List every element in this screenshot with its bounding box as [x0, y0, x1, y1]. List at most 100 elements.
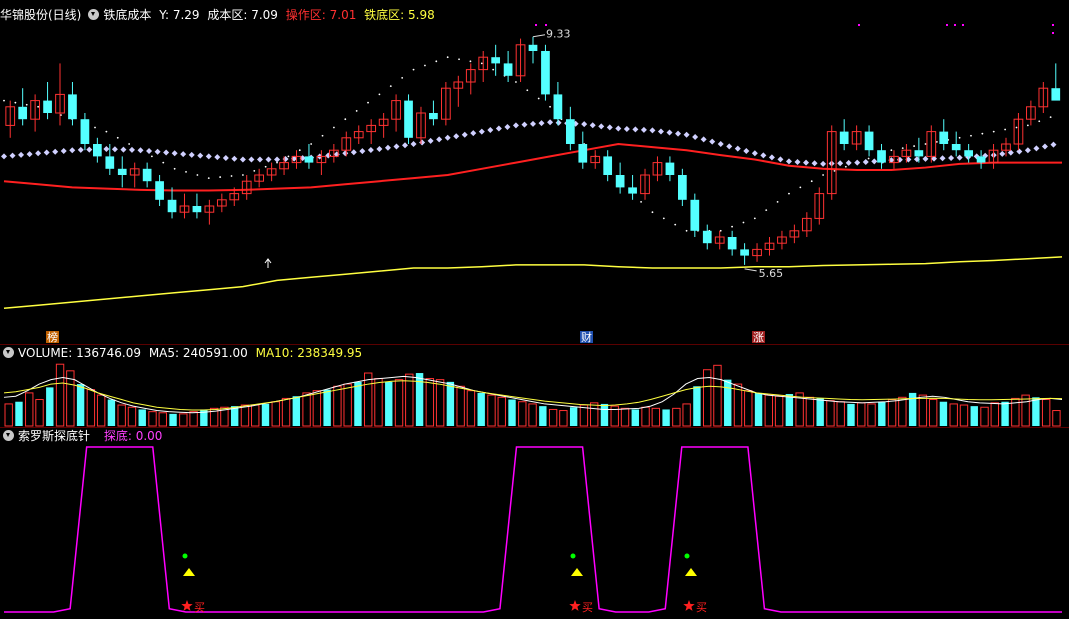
- volume-bar: [744, 390, 753, 427]
- dotted-line-point: [219, 176, 222, 178]
- diamond-marker: [709, 138, 716, 145]
- volume-bar: [785, 394, 794, 426]
- volume-bar: [774, 395, 784, 427]
- dotted-line-point: [1038, 120, 1041, 123]
- volume-bar: [333, 385, 342, 427]
- candle-body: [105, 156, 115, 169]
- diamond-marker: [956, 154, 963, 161]
- dotted-line-point: [367, 101, 369, 104]
- diamond-marker: [367, 147, 374, 154]
- volume-bar: [302, 392, 311, 427]
- candle-body: [528, 44, 538, 51]
- low-annotation-arrow: [744, 268, 757, 272]
- buy-signal-dot: [570, 553, 576, 559]
- volume-bar: [343, 383, 352, 427]
- dotted-line-point: [14, 101, 17, 104]
- buy-star-icon: [683, 600, 695, 611]
- diamond-marker: [274, 156, 281, 163]
- volume-bar: [169, 413, 177, 426]
- volume-bar: [354, 381, 362, 426]
- dotted-line-point: [128, 143, 131, 145]
- signal-dot: [962, 24, 964, 26]
- candle-body: [964, 150, 974, 157]
- diamond-marker: [427, 137, 434, 144]
- diamond-marker: [180, 151, 187, 158]
- candle-body: [18, 106, 28, 120]
- candle-body: [665, 162, 675, 175]
- diamond-marker: [734, 145, 741, 152]
- diamond-marker: [248, 156, 255, 163]
- volume-bar: [600, 403, 609, 426]
- dotted-line-point: [924, 143, 927, 145]
- dotted-line-point: [549, 105, 551, 108]
- diamond-marker: [239, 156, 246, 163]
- dotted-line-point: [264, 165, 267, 168]
- candle-body: [553, 94, 563, 120]
- candle-body: [80, 119, 90, 144]
- volume-bar: [918, 394, 928, 427]
- volume-bar: [1041, 399, 1051, 427]
- candle-body: [628, 187, 637, 194]
- volume-bar: [374, 378, 383, 427]
- diamond-marker: [675, 130, 682, 137]
- dotted-line-point: [94, 126, 96, 129]
- volume-bar: [672, 407, 681, 427]
- diamond-marker: [751, 150, 758, 157]
- dotted-line-point: [890, 149, 893, 152]
- diamond-marker: [683, 131, 690, 138]
- volume-bar: [508, 399, 516, 426]
- volume-bar: [35, 399, 44, 427]
- candle-body: [951, 144, 961, 151]
- dotted-line-point: [207, 177, 210, 180]
- candle-body: [142, 168, 152, 182]
- chart-canvas[interactable]: 9.33 5.65 榜 财 涨买 买 买: [0, 0, 1069, 619]
- dotted-line-point: [970, 134, 972, 137]
- diamond-marker: [461, 131, 468, 138]
- volume-bar: [240, 404, 250, 427]
- dotted-line-point: [458, 58, 460, 61]
- dotted-line-point: [333, 126, 335, 129]
- dotted-line-point: [788, 192, 790, 195]
- diamond-marker: [342, 150, 349, 157]
- candle-body: [565, 119, 575, 144]
- dotted-line-point: [378, 93, 381, 96]
- diamond-marker: [18, 151, 25, 158]
- volume-bar: [312, 390, 322, 427]
- diamond-marker: [214, 154, 221, 161]
- signal-dot: [545, 24, 547, 26]
- dotted-line-point: [116, 136, 119, 139]
- dotted-line-point: [230, 175, 233, 177]
- volume-bar: [405, 373, 414, 427]
- volume-bar: [970, 406, 978, 426]
- buy-signal-dot: [182, 553, 188, 559]
- volume-bar: [713, 364, 722, 427]
- dotted-line-point: [25, 103, 28, 106]
- dotted-line-point: [37, 105, 40, 108]
- candle-body: [939, 131, 949, 144]
- dotted-line-point: [913, 145, 916, 147]
- dotted-line-point: [515, 81, 517, 83]
- buy-signal-triangle: [685, 568, 697, 576]
- diamond-marker: [768, 154, 775, 161]
- diamond-marker: [350, 149, 357, 156]
- dotted-line-point: [105, 130, 108, 133]
- diamond-marker: [444, 134, 451, 141]
- diamond-marker: [256, 156, 263, 163]
- volume-bar: [518, 401, 527, 427]
- volume-bar: [55, 363, 65, 427]
- diamond-marker: [794, 158, 801, 165]
- diamond-marker: [598, 123, 605, 130]
- dotted-line-point: [196, 174, 199, 176]
- diamond-marker: [402, 142, 409, 149]
- dotted-line-point: [3, 99, 5, 102]
- ma-yellow-line: [3, 256, 1063, 310]
- event-tag-text: 涨: [753, 331, 764, 344]
- diamond-marker: [146, 147, 153, 154]
- volume-bar: [569, 407, 578, 426]
- dotted-line-point: [901, 147, 904, 150]
- diamond-marker: [530, 120, 536, 127]
- event-tag-text: 榜: [47, 330, 58, 344]
- diamond-marker: [803, 159, 810, 166]
- volume-bar: [693, 386, 701, 426]
- diamond-marker: [1016, 148, 1023, 155]
